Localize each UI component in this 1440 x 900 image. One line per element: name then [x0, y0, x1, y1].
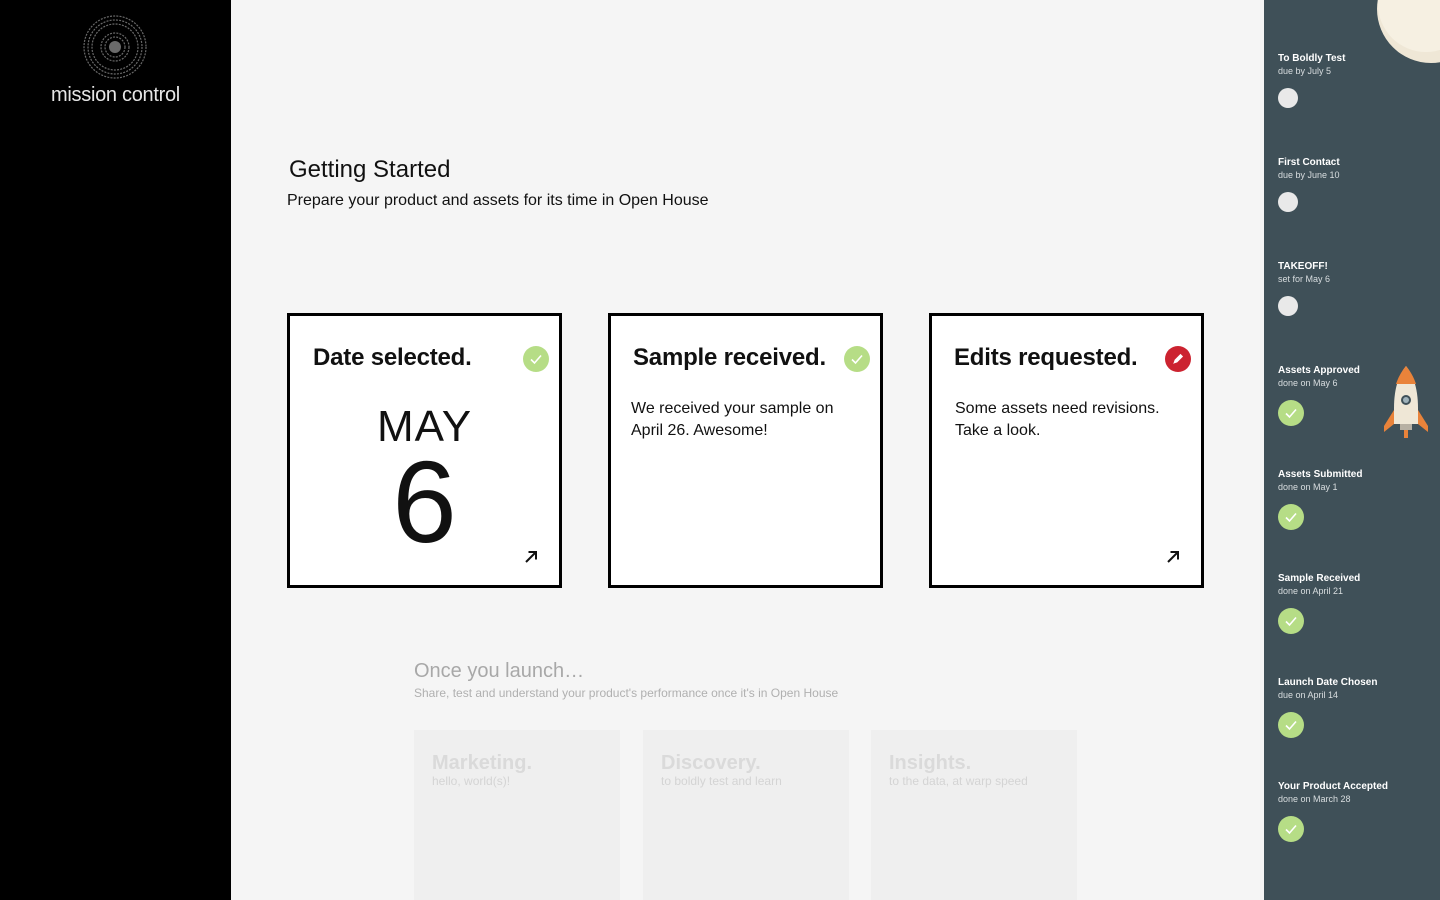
insights-card: Insights. to the data, at warp speed: [871, 730, 1077, 900]
logo-text: mission control: [51, 84, 180, 106]
timeline-item-title: First Contact: [1278, 157, 1340, 168]
timeline-item-title: Assets Approved: [1278, 365, 1360, 376]
card-title: Edits requested.: [954, 344, 1138, 371]
check-icon: [844, 346, 870, 372]
mini-card-title: Insights.: [889, 752, 972, 774]
left-sidebar: mission control: [0, 0, 231, 900]
check-icon: [523, 346, 549, 372]
timeline-item-date: done on April 21: [1278, 586, 1344, 596]
check-icon: [1278, 608, 1304, 634]
timeline-item-date: due on April 14: [1278, 690, 1339, 700]
card-title: Sample received.: [633, 344, 826, 371]
timeline-item-date: done on May 1: [1278, 482, 1338, 492]
pencil-icon[interactable]: [1165, 346, 1191, 372]
pending-dot-icon: [1278, 296, 1298, 316]
pending-dot-icon: [1278, 88, 1298, 108]
timeline-sidebar: To Boldly Test due by July 5 First Conta…: [1264, 0, 1440, 900]
timeline-item-title: Launch Date Chosen: [1278, 677, 1378, 688]
timeline-item-date: done on March 28: [1278, 794, 1351, 804]
arrow-up-right-icon[interactable]: [523, 549, 539, 565]
check-icon: [1278, 400, 1304, 426]
timeline-item[interactable]: First Contact due by June 10: [1278, 156, 1340, 212]
marketing-card: Marketing. hello, world(s)!: [414, 730, 620, 900]
timeline-item-title: Your Product Accepted: [1278, 781, 1389, 792]
moon-icon: [1377, 0, 1440, 63]
page-title: Getting Started: [289, 156, 451, 183]
timeline-item-date: due by July 5: [1278, 66, 1332, 76]
timeline-item[interactable]: To Boldly Test due by July 5: [1278, 52, 1346, 108]
arrow-up-right-icon[interactable]: [1165, 549, 1181, 565]
mini-card-title: Marketing.: [432, 752, 533, 774]
timeline-item-title: To Boldly Test: [1278, 53, 1346, 64]
card-edits-requested[interactable]: Edits requested. Some assets need revisi…: [929, 313, 1204, 588]
card-sample-received[interactable]: Sample received. We received your sample…: [608, 313, 883, 588]
mini-card-subtitle: hello, world(s)!: [432, 774, 511, 788]
card-text: We received your sample on April 26. Awe…: [631, 400, 834, 439]
page-subtitle: Prepare your product and assets for its …: [287, 192, 709, 209]
check-icon: [1278, 816, 1304, 842]
mini-card-subtitle: to the data, at warp speed: [889, 774, 1028, 788]
timeline-item-date: done on May 6: [1278, 378, 1338, 388]
timeline-item-title: Sample Received: [1278, 573, 1361, 584]
timeline-item-title: TAKEOFF!: [1278, 261, 1328, 272]
timeline-item[interactable]: TAKEOFF! set for May 6: [1278, 260, 1331, 316]
mini-card-subtitle: to boldly test and learn: [661, 774, 782, 788]
timeline-item[interactable]: Sample Received done on April 21: [1278, 572, 1361, 634]
rocket-icon: [1384, 366, 1428, 438]
timeline-item[interactable]: Your Product Accepted done on March 28: [1278, 780, 1389, 842]
timeline-item-date: set for May 6: [1278, 274, 1331, 284]
timeline-item-date: due by June 10: [1278, 170, 1340, 180]
card-date-selected[interactable]: Date selected. MAY 6: [287, 313, 562, 588]
card-text: Some assets need revisions. Take a look.: [955, 400, 1160, 439]
mini-card-title: Discovery.: [661, 752, 761, 774]
check-icon: [1278, 712, 1304, 738]
pending-dot-icon: [1278, 192, 1298, 212]
main-content: Getting Started Prepare your product and…: [231, 0, 1264, 900]
timeline-item[interactable]: Assets Submitted done on May 1: [1278, 468, 1363, 530]
card-day: 6: [392, 437, 457, 567]
discovery-card: Discovery. to boldly test and learn: [643, 730, 849, 900]
check-icon: [1278, 504, 1304, 530]
timeline-item[interactable]: Launch Date Chosen due on April 14: [1278, 676, 1378, 738]
timeline-item-title: Assets Submitted: [1278, 469, 1363, 480]
launch-subtitle: Share, test and understand your product'…: [414, 686, 839, 700]
launch-title: Once you launch…: [414, 660, 585, 682]
logo-icon[interactable]: [82, 14, 148, 80]
timeline-item[interactable]: Assets Approved done on May 6: [1278, 364, 1360, 426]
card-title: Date selected.: [313, 344, 472, 371]
